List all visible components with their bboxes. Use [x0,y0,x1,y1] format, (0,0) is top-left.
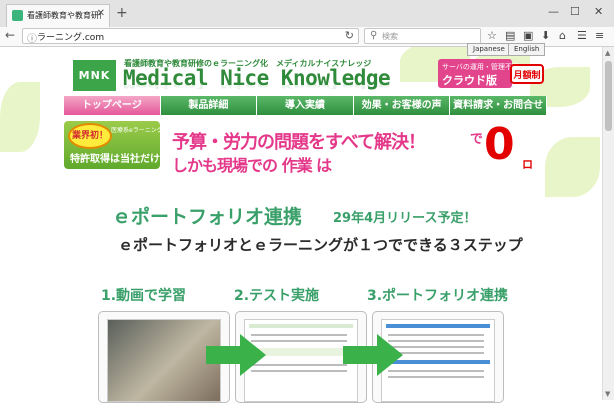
mnk-logo[interactable]: MNK [73,60,116,91]
tab-close-icon[interactable]: ✕ [97,8,105,19]
url-text: ラーニング.com [37,33,105,43]
maximize-button[interactable]: ☐ [570,5,580,18]
cloud-label: クラウド版 [442,74,497,87]
headline-line2: しかも現場での 作業 は [172,156,332,175]
step-3-label: 3.ポートフォリオ連携 [367,288,509,304]
sidebar-icon[interactable]: ☰ [577,29,587,42]
back-icon[interactable]: ← [5,28,15,42]
browser-tab-bar: 看護師教育や教育研修のe ✕ + — ☐ ✕ [0,0,614,28]
site-info-icon[interactable]: ⓘ [27,30,37,45]
search-icon: ⚲ [370,30,378,41]
cloud-version-banner[interactable]: サーバの運用・管理不要 クラウド版 [438,59,519,88]
patent-text: 特許取得は当社だけ [70,154,160,165]
section-title: ｅポートフォリオ連携 [112,206,303,228]
bookmark-star-icon[interactable]: ☆ [487,29,497,42]
home-icon[interactable]: ⌂ [559,29,566,42]
scroll-up-icon[interactable]: ▲ [605,49,610,57]
industry-first-badge: 業界初！ [68,123,112,149]
nav-customer-voice[interactable]: 効果・お客様の声 [353,96,451,115]
video-screen [107,319,221,402]
minimize-button[interactable]: — [548,5,559,18]
headline-de: で [470,132,484,147]
leaf-decoration [545,137,600,197]
monthly-badge: 月額制 [510,64,544,84]
section-subtitle: ｅポートフォリオとｅラーニングが１つでできる３ステップ [118,236,523,254]
brand-reflection: Medical Nice Knowledge [123,81,391,90]
reload-icon[interactable]: ↻ [345,29,354,42]
scroll-thumb[interactable] [605,61,612,131]
lock-icon[interactable]: ▣ [523,29,533,42]
leaf-decoration [0,82,40,152]
browser-tab[interactable]: 看護師教育や教育研修のe ✕ [6,4,110,27]
site-favicon-icon [12,10,23,21]
release-date: 29年4月リリース予定！ [333,211,477,226]
headline-line1: 予算・労力の問題をすべて解決！ [172,132,426,153]
search-placeholder: 検索 [382,32,398,41]
nav-product-details[interactable]: 製品詳細 [160,96,258,115]
menu-icon[interactable]: ≡ [595,29,604,42]
step-2-label: 2.テスト実施 [234,288,320,304]
vertical-scrollbar[interactable]: ▲ ▼ [602,47,614,400]
headline-ro: ロ [522,158,533,171]
nav-top-page[interactable]: トップページ [64,96,161,115]
arrow-right-icon [206,334,266,376]
tab-title: 看護師教育や教育研修のe [27,11,101,20]
cloud-caption: サーバの運用・管理不要 [442,63,519,71]
banner-small-text: 医療系eラーニングで [111,127,169,134]
nav-case-studies[interactable]: 導入実績 [257,96,354,115]
url-bar[interactable]: ⓘ ラーニング.com ↻ [22,28,359,45]
step-1-label: 1.動画で学習 [101,288,187,304]
new-tab-button[interactable]: + [116,5,128,21]
nav-contact[interactable]: 資料請求・お問合せ [450,96,547,115]
download-icon[interactable]: ⬇ [541,29,550,42]
arrow-right-icon [343,334,403,376]
close-window-button[interactable]: ✕ [594,5,603,18]
search-bar[interactable]: ⚲ 検索 [364,28,481,44]
english-button[interactable]: English [508,43,546,56]
main-nav: トップページ 製品詳細 導入実績 効果・お客様の声 資料請求・お問合せ [64,96,547,115]
japanese-button[interactable]: Japanese [467,43,511,56]
headline-zero: 0 [484,119,515,170]
scroll-down-icon[interactable]: ▼ [605,390,610,398]
reading-list-icon[interactable]: ▤ [505,29,515,42]
